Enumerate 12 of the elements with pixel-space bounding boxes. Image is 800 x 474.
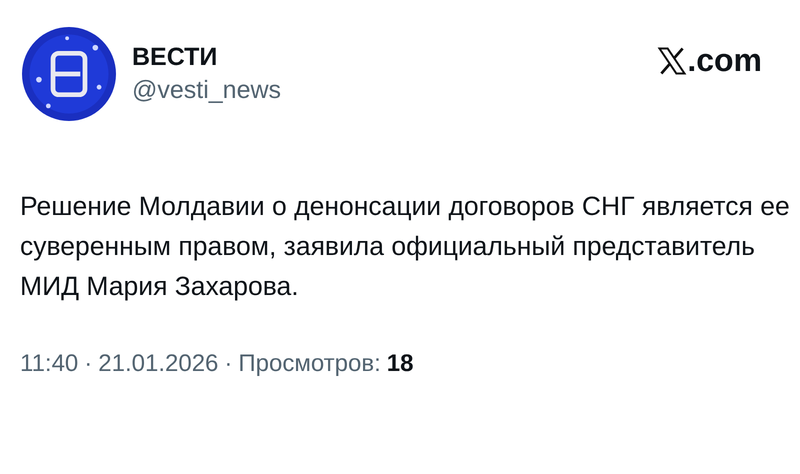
account-name: ВЕСТИ <box>132 43 218 72</box>
x-logo-icon <box>657 46 688 76</box>
separator-dot: · <box>224 350 232 378</box>
tweet-date: 21.01.2026 <box>98 350 218 378</box>
account-handle: @vesti_news <box>132 76 282 105</box>
views-count: 18 <box>386 350 414 378</box>
avatar-logo-icon <box>22 27 116 121</box>
tweet-time: 11:40 <box>20 350 78 378</box>
site-domain: .com <box>687 42 762 79</box>
separator-dot: · <box>84 350 92 378</box>
tweet-text: Решение Молдавии о денонсации договоров СНГ является ее суверенным правом, заявила официальный представитель МИД Мария Захарова. <box>20 190 790 303</box>
views-label: Просмотров: <box>238 350 381 378</box>
